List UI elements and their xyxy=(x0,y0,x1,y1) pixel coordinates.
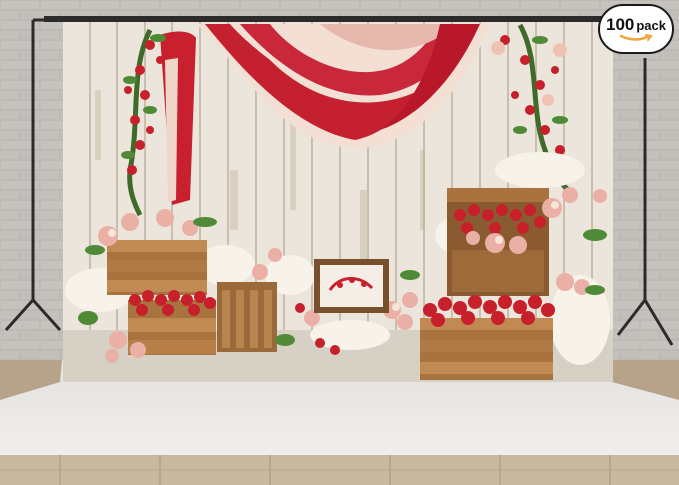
wooden-crate-left-top xyxy=(107,240,207,295)
pack-count-unit: pack xyxy=(636,18,666,33)
backdrop-crossbar xyxy=(44,16,644,22)
photo-backdrop-scene xyxy=(0,0,679,485)
pack-count-badge: 100 pack xyxy=(598,4,674,54)
wooden-crate-center xyxy=(217,282,277,352)
wooden-floor xyxy=(0,455,679,485)
smile-arrow-icon xyxy=(619,34,653,41)
pack-count-number: 100 xyxy=(605,15,635,34)
framed-strawberry-picture xyxy=(314,259,389,313)
wooden-crate-right-bottom xyxy=(420,318,553,380)
